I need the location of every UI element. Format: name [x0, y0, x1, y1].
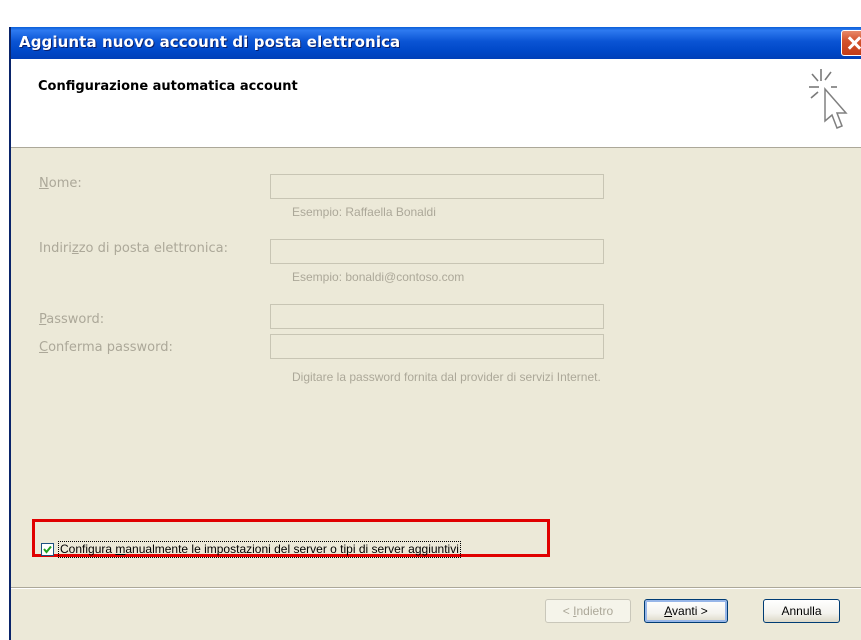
cancel-button[interactable]: Annulla	[763, 599, 840, 623]
password-field[interactable]	[270, 304, 604, 329]
password-hint: Digitare la password fornita dal provide…	[292, 370, 601, 384]
confirm-password-field[interactable]	[270, 334, 604, 359]
dialog-window: Aggiunta nuovo account di posta elettron…	[9, 27, 861, 640]
email-hint: Esempio: bonaldi@contoso.com	[292, 270, 465, 284]
manual-config-label[interactable]: Configura manualmente le impostazioni de…	[58, 541, 461, 558]
close-button[interactable]	[841, 30, 861, 56]
manual-config-checkbox[interactable]	[41, 543, 54, 556]
title-bar[interactable]: Aggiunta nuovo account di posta elettron…	[11, 27, 861, 59]
password-label: Password:	[39, 312, 105, 327]
email-label: Indirizzo di posta elettronica:	[39, 241, 228, 256]
name-label: Nome:	[39, 176, 82, 191]
confirm-password-label: Conferma password:	[39, 340, 173, 355]
window-title: Aggiunta nuovo account di posta elettron…	[19, 33, 401, 51]
checkmark-icon	[43, 545, 52, 554]
back-button[interactable]: < Indietro	[545, 599, 631, 623]
header-panel: Configurazione automatica account	[11, 59, 861, 148]
email-field[interactable]	[270, 239, 604, 264]
name-field[interactable]	[270, 174, 604, 199]
page-heading: Configurazione automatica account	[38, 79, 298, 94]
wizard-cursor-sparkle-icon	[809, 69, 848, 129]
name-hint: Esempio: Raffaella Bonaldi	[292, 205, 436, 219]
footer-separator	[11, 587, 861, 589]
next-button[interactable]: Avanti >	[644, 599, 728, 623]
